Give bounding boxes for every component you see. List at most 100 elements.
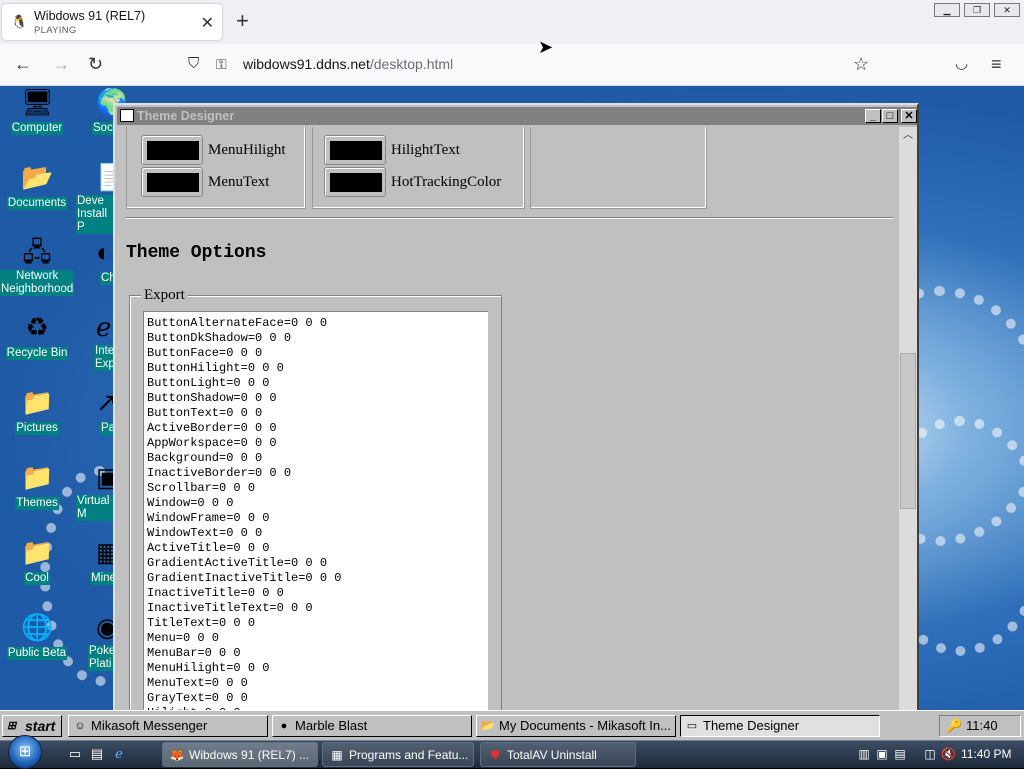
taskbar-item-theme-designer[interactable]: ▭ Theme Designer	[680, 715, 880, 737]
desktop-icon-social[interactable]: 🌍 Soci	[76, 86, 128, 136]
folder-icon: 📂	[21, 162, 54, 192]
explorer-icon[interactable]: ▤	[88, 746, 106, 762]
color-swatch-button[interactable]	[141, 135, 203, 165]
desktop-icon-cool[interactable]: 📁 Cool	[0, 536, 74, 586]
theme-designer-titlebar[interactable]: Theme Designer _ □ ✕	[117, 107, 917, 125]
export-line: GrayText=0 0 0	[147, 691, 248, 705]
tracking-shield-icon[interactable]: ⛉	[188, 53, 199, 75]
windows7-start-orb[interactable]: ⊞	[8, 735, 42, 769]
tray-network-icon[interactable]: ▥	[857, 746, 871, 762]
scroll-up-icon[interactable]: ︿	[900, 128, 916, 144]
tray-monitor-icon[interactable]: ◫	[923, 746, 937, 762]
export-line: ButtonAlternateFace=0 0 0	[147, 316, 328, 330]
theme-options-heading: Theme Options	[126, 243, 267, 263]
show-desktop-icon[interactable]: ▭	[66, 746, 84, 762]
tray-key-icon[interactable]: 🔑	[946, 716, 962, 736]
taskbar-item-marble-blast[interactable]: ● Marble Blast	[272, 715, 472, 737]
theme-designer-content: MenuHilight MenuText HilightText HotTrac…	[117, 127, 899, 710]
desktop-icon-recycle-bin[interactable]: ♻ Recycle Bin	[0, 311, 74, 361]
export-line: MenuText=0 0 0	[147, 676, 248, 690]
url-path: /desktop.html	[369, 56, 454, 72]
export-line: ButtonLight=0 0 0	[147, 376, 270, 390]
export-line: Menu=0 0 0	[147, 631, 220, 645]
window-minimize-button[interactable]: _	[865, 109, 881, 123]
menu-hamburger-icon[interactable]: ≡	[991, 53, 1002, 75]
desktop-icon-minecraft[interactable]: ▦ Mine	[76, 536, 121, 586]
site-lock-icon[interactable]: ⚿	[216, 53, 227, 75]
desktop-icon-developer-install[interactable]: 📄Deve Install P	[76, 161, 128, 235]
tab-favicon-icon: 🐧	[11, 14, 28, 29]
bookmark-star-icon[interactable]: ☆	[853, 53, 869, 75]
windows7-clock: 11:40 PM	[961, 747, 1012, 761]
color-label: HilightText	[391, 142, 460, 158]
export-line: ButtonHilight=0 0 0	[147, 361, 284, 375]
export-line: ButtonFace=0 0 0	[147, 346, 263, 360]
color-swatch	[147, 141, 199, 160]
w7-task-firefox[interactable]: 🦊 Wibdows 91 (REL7) ...	[162, 742, 318, 767]
desktop-icon-virtual-machine[interactable]: ▣ Virtual M	[76, 461, 121, 522]
color-label: MenuHilight	[208, 142, 286, 158]
desktop-icon-network[interactable]: 🖧 Network Neighborhood	[0, 236, 75, 297]
desktop-icon-public-beta[interactable]: 🌐 Public Beta	[0, 611, 74, 661]
tray-display-icon[interactable]: ▤	[893, 746, 907, 762]
window-maximize-button[interactable]: □	[882, 109, 898, 123]
close-window-button[interactable]: ✕	[994, 3, 1020, 17]
window-close-button[interactable]: ✕	[901, 109, 917, 123]
export-line: InactiveTitle=0 0 0	[147, 586, 284, 600]
taskbar-item-my-documents[interactable]: 📂 My Documents - Mikasoft In...	[476, 715, 676, 737]
windows7-system-tray: ▥ ▣ ▤ ◫ 🔇 11:40 PM	[855, 745, 1024, 765]
computer-icon: 🖥	[21, 87, 55, 117]
address-bar[interactable]: wibdows91.ddns.net/desktop.html	[243, 56, 453, 72]
tab-playing-status: PLAYING	[34, 25, 77, 36]
w7-task-programs-features[interactable]: ▦ Programs and Featu...	[322, 742, 474, 767]
forward-arrow-icon[interactable]: →	[52, 53, 70, 75]
desktop-icon-pokemon[interactable]: ◉ Poke Plati	[76, 611, 119, 672]
wibdows-system-tray: 🔑11:40 PM	[939, 715, 1021, 753]
desktop-icon-themes[interactable]: 📁 Themes	[0, 461, 74, 511]
export-line: Background=0 0 0	[147, 451, 263, 465]
w7-task-totalav[interactable]: ⛊ TotalAV Uninstall	[480, 742, 636, 767]
pocket-icon[interactable]: ◡	[955, 53, 968, 75]
export-line: ActiveTitle=0 0 0	[147, 541, 270, 555]
windows-logo-icon: ⊞	[7, 720, 17, 732]
new-tab-button[interactable]: +	[236, 10, 249, 32]
color-swatch-button[interactable]	[324, 135, 386, 165]
browser-window: 🐧 Wibdows 91 (REL7) PLAYING ✕ + ▁ ❐ ✕ ← …	[0, 0, 1024, 753]
reload-icon[interactable]: ↻	[88, 53, 103, 75]
export-line: WindowText=0 0 0	[147, 526, 263, 540]
export-line: InactiveBorder=0 0 0	[147, 466, 292, 480]
close-tab-icon[interactable]: ✕	[201, 13, 214, 33]
desktop-icon-pa[interactable]: ↗ Pa	[76, 386, 118, 436]
desktop-icon-documents[interactable]: 📂 Documents	[0, 161, 74, 211]
browser-tab[interactable]: 🐧 Wibdows 91 (REL7) PLAYING ✕	[2, 4, 222, 40]
color-swatch-button[interactable]	[141, 167, 203, 197]
export-textarea[interactable]: ButtonAlternateFace=0 0 0 ButtonDkShadow=…	[143, 311, 488, 710]
marble-icon: ●	[280, 720, 288, 732]
export-line: ButtonShadow=0 0 0	[147, 391, 277, 405]
color-swatch-button[interactable]	[324, 167, 386, 197]
window-app-icon	[120, 109, 134, 122]
export-line: TitleText=0 0 0	[147, 616, 256, 630]
mouse-cursor-icon: ➤	[538, 37, 554, 57]
tray-app-icon[interactable]: ▣	[875, 746, 889, 762]
start-button[interactable]: ⊞ start	[2, 715, 62, 737]
back-arrow-icon[interactable]: ←	[14, 53, 32, 75]
folder-icon: 📂	[481, 720, 495, 732]
restore-window-button[interactable]: ❐	[964, 3, 990, 17]
scrollbar-thumb[interactable]	[900, 353, 916, 509]
export-line: GradientInactiveTitle=0 0 0	[147, 571, 342, 585]
desktop-icon-pictures[interactable]: 📁 Pictures	[0, 386, 74, 436]
desktop-icon-computer[interactable]: 🖥 Computer	[0, 86, 74, 136]
ie-quicklaunch-icon[interactable]: ℯ	[110, 746, 128, 762]
minimize-window-button[interactable]: ▁	[934, 3, 960, 17]
desktop-icon-internet-explorer[interactable]: ℯ Inte Exp	[76, 311, 116, 372]
tab-bar: 🐧 Wibdows 91 (REL7) PLAYING ✕ + ▁ ❐ ✕	[0, 0, 1024, 44]
vertical-scrollbar[interactable]: ︿	[899, 127, 917, 710]
messenger-icon: ☺	[74, 720, 86, 732]
folder-icon: 📁	[21, 462, 54, 492]
desktop-icon-ch[interactable]: ◐ Ch	[76, 236, 117, 286]
tray-volume-muted-icon[interactable]: 🔇	[941, 746, 956, 762]
taskbar-item-messenger[interactable]: ☺ Mikasoft Messenger	[68, 715, 268, 737]
color-group-3	[530, 127, 707, 209]
color-label: MenuText	[208, 174, 270, 190]
